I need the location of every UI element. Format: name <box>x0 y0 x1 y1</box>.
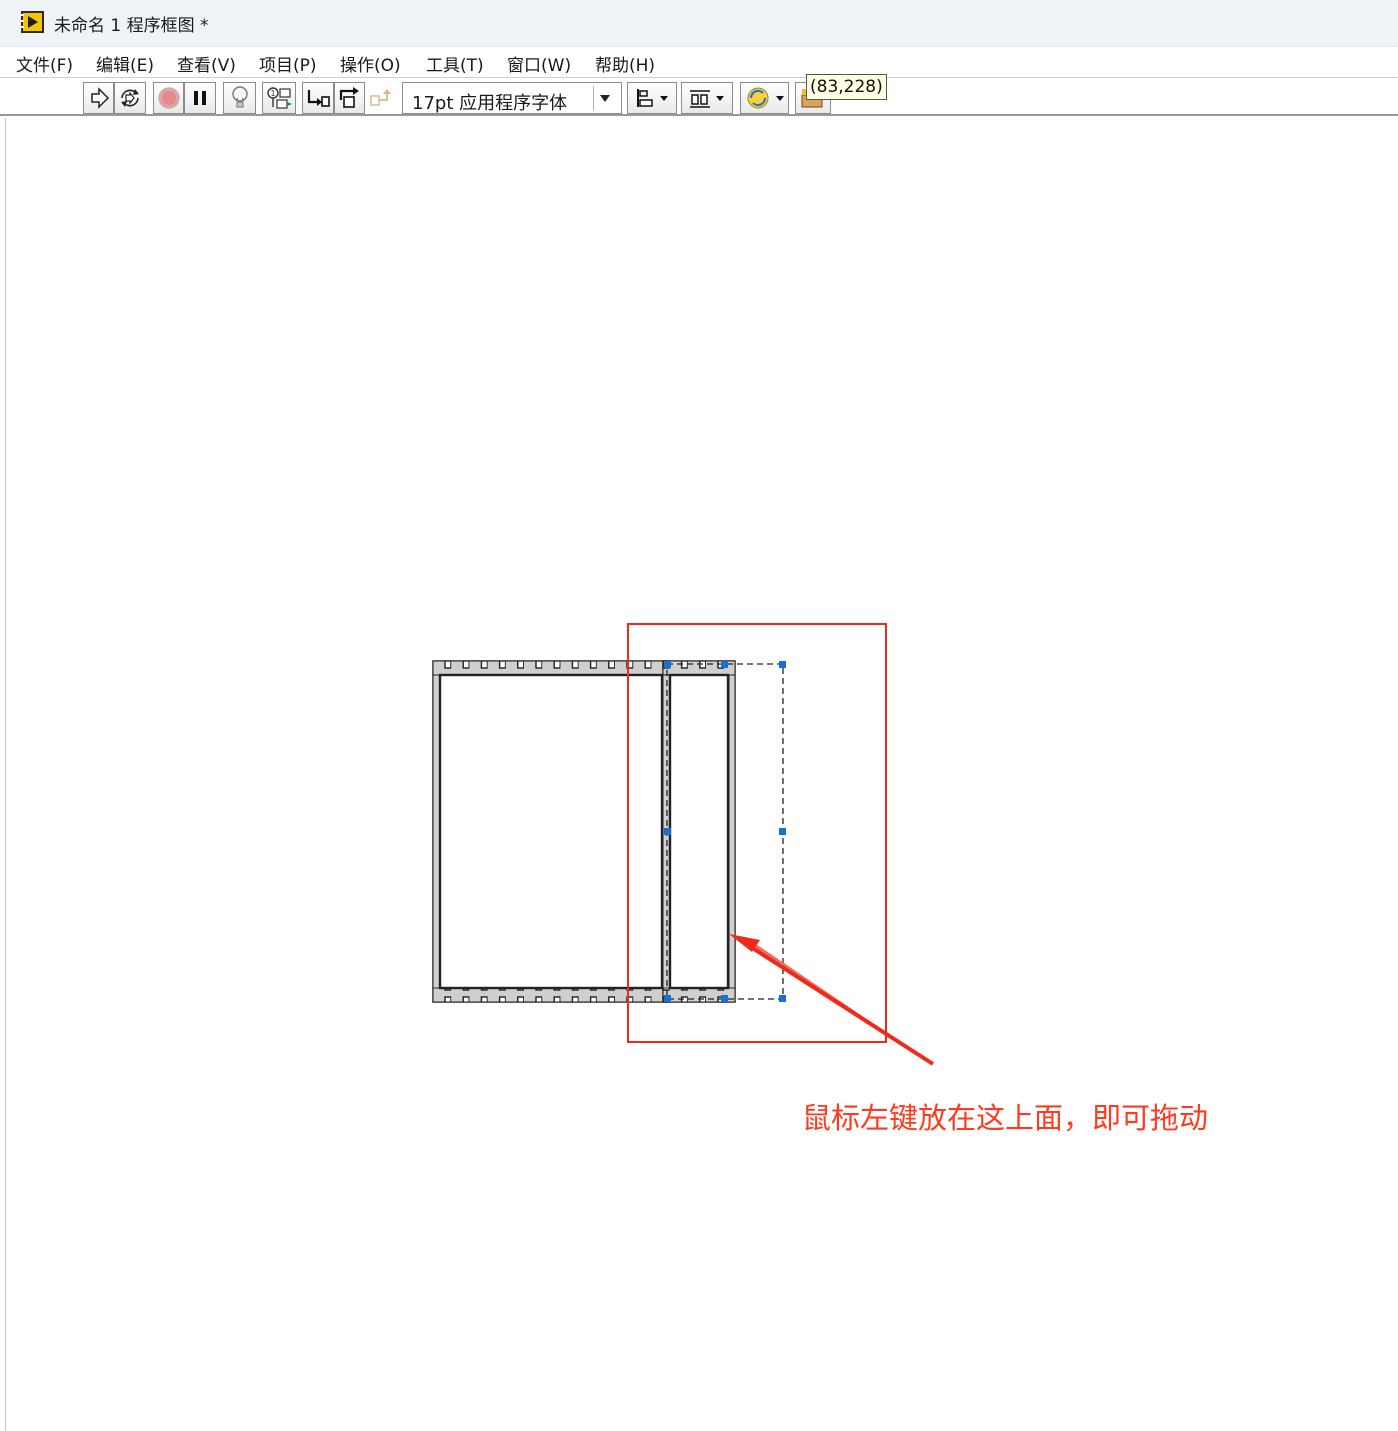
frame-2-content[interactable] <box>668 673 730 990</box>
sequence-frame-1[interactable] <box>432 660 667 1003</box>
film-strip-top <box>432 660 667 676</box>
diagram-drawing <box>432 623 935 1066</box>
film-strip-bottom <box>432 987 667 1003</box>
frame-right-edge <box>728 674 736 989</box>
sequence-frame-2[interactable] <box>662 660 736 1003</box>
annotation-text: 鼠标左键放在这上面，即可拖动 <box>802 1101 1209 1135</box>
